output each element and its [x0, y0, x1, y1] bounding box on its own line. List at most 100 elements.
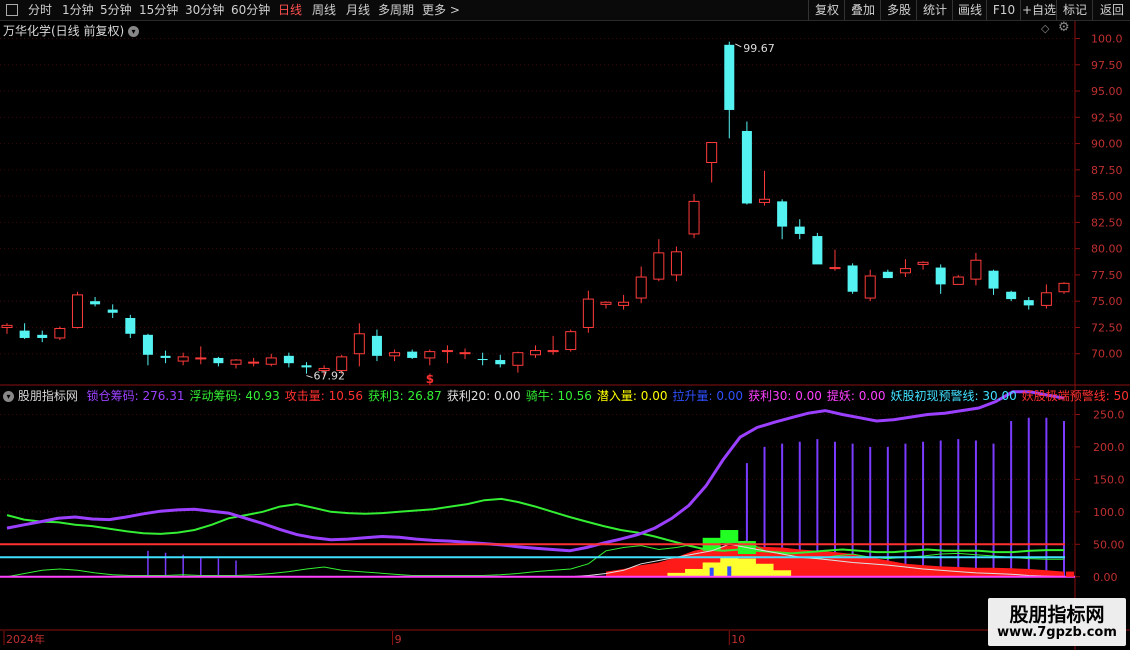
price-tick-label: 85.00 [1091, 190, 1123, 203]
indicator-value-label: 获利20: 0.00 [446, 389, 521, 403]
indicator-value-label: 攻击量: 10.56 [284, 389, 363, 403]
price-tick-label: 87.50 [1091, 164, 1123, 177]
candle-body [1040, 292, 1052, 306]
indicator-value-label: 妖股极端预警线: 50.0 [1021, 389, 1130, 403]
price-tick-label: 90.00 [1091, 138, 1123, 151]
candle-body [935, 267, 946, 285]
candle-body [970, 259, 982, 280]
indicator-value-label: 获利30: 0.00 [748, 389, 822, 403]
candle-body [407, 351, 418, 358]
candle-body [353, 333, 365, 355]
candle-body [90, 301, 101, 305]
candle-body [917, 261, 929, 265]
candle-body [653, 252, 665, 280]
candle-body [1006, 291, 1017, 300]
candle-body [829, 267, 841, 270]
signal-marker: $ [426, 372, 434, 386]
candle-body [283, 355, 294, 364]
indicator-tick-label: 200.0 [1093, 441, 1125, 454]
candle-body [71, 294, 83, 328]
candle-body [812, 236, 823, 265]
price-tick-label: 80.00 [1091, 243, 1123, 256]
candle-body [371, 335, 382, 356]
candle-body [706, 142, 718, 163]
candle-body [741, 130, 752, 204]
indicator-value-label: 妖股初现预警线: 30.00 [890, 389, 1017, 403]
candle-body [899, 268, 911, 274]
candle-body [230, 359, 242, 365]
main-title: 万华化学(日线 前复权) ▾ [3, 22, 140, 39]
candle-body [1, 324, 13, 328]
settings-gear-icon[interactable]: ⚙ [1058, 20, 1070, 35]
price-tick-label: 75.00 [1091, 295, 1123, 308]
chevron-down-icon[interactable]: ▾ [128, 26, 140, 37]
candle-body [530, 350, 541, 356]
candle-body [600, 301, 612, 305]
candle-body [125, 318, 136, 334]
date-tick-label: 10 [731, 633, 745, 646]
stock-title: 万华化学(日线 前复权) [3, 24, 125, 38]
candle-body [882, 271, 893, 279]
candle-body [177, 356, 189, 362]
candle-body [582, 298, 594, 328]
candle-body [248, 361, 260, 364]
candle-body [777, 201, 788, 227]
indicator-tick-label: 150.0 [1093, 473, 1125, 486]
date-tick-label: 9 [395, 633, 402, 646]
candle-body [19, 330, 30, 338]
candle-body [1058, 282, 1070, 293]
candle-body [794, 226, 805, 234]
chart-canvas: 99.67 67.92 $ 70.00 72.50 75.00 77.50 80.00 82.… [0, 21, 1130, 650]
candle-body [301, 365, 312, 368]
price-tick-label: 92.50 [1091, 111, 1123, 124]
indicator-value-label: 提妖: 0.00 [826, 389, 886, 403]
candle-body [618, 301, 630, 306]
diamond-icon[interactable]: ◇ [1041, 22, 1049, 35]
candle-body [389, 352, 401, 357]
indicator-value-label: 骑牛: 10.56 [525, 389, 592, 403]
indicator-tick-label: 50.00 [1093, 538, 1125, 551]
candle-body [547, 350, 559, 353]
indicator-value-label: 浮动筹码: 40.93 [189, 389, 280, 403]
candle-body [988, 270, 999, 289]
price-tick-label: 70.00 [1091, 348, 1123, 361]
chevron-down-icon[interactable]: ▾ [3, 391, 14, 402]
candle-body [477, 358, 488, 361]
indicator-tick-label: 100.0 [1093, 506, 1125, 519]
candle-body [424, 351, 436, 359]
last-bar-marker [1066, 571, 1074, 577]
indicator-tick-label: 250.0 [1093, 408, 1125, 421]
candle-body [213, 357, 224, 364]
candle-body [37, 334, 48, 338]
candle-body [670, 251, 682, 276]
candle-body [336, 356, 348, 372]
lift-volume-bar [709, 567, 714, 577]
price-tick-label: 72.50 [1091, 321, 1123, 334]
indicator-title-row: ▾ 股朋指标网 锁仓筹码: 276.31 浮动筹码: 40.93 攻击量: 10.5… [3, 387, 1130, 404]
indicator-value-label: 拉升量: 0.00 [672, 389, 744, 403]
candle-body [441, 350, 453, 353]
indicator-tick-label: 0.00 [1093, 571, 1118, 584]
candle-body [952, 276, 964, 285]
candle-body [847, 265, 858, 292]
candle-body [265, 357, 277, 365]
lift-volume-bar [727, 566, 732, 577]
candle-body [107, 309, 118, 313]
low-price-label: 67.92 [313, 370, 345, 383]
candle-body [688, 200, 700, 235]
indicator-name[interactable]: 股朋指标网 [18, 389, 78, 403]
candle-body [142, 334, 153, 355]
watermark-title: 股朋指标网 [1009, 604, 1105, 626]
candle-body [635, 276, 647, 299]
stealth-volume-bar [685, 568, 704, 577]
indicator-value-label: 获利3: 26.87 [367, 389, 442, 403]
candle-body [160, 355, 171, 358]
candle-body [54, 328, 66, 339]
price-tick-label: 82.50 [1091, 216, 1123, 229]
price-tick-label: 100.0 [1091, 33, 1123, 46]
high-price-label: 99.67 [743, 42, 775, 55]
candle-body [565, 331, 577, 351]
stealth-volume-bar [737, 558, 756, 577]
candle-body [759, 198, 771, 203]
candle-body [459, 352, 471, 355]
